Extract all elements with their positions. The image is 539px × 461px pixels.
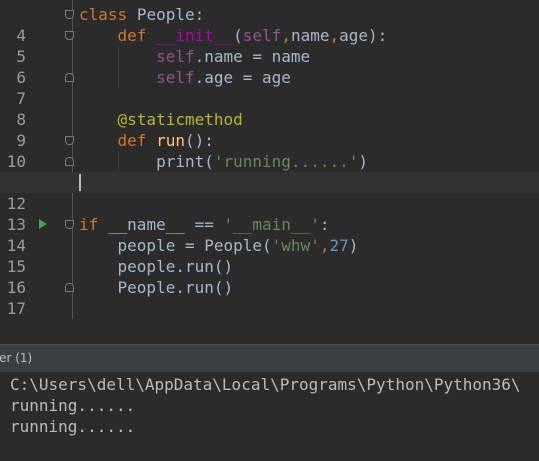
- keyword-class: class: [79, 5, 128, 24]
- console-line: C:\Users\dell\AppData\Local\Programs\Pyt…: [10, 375, 521, 394]
- keyword-if: if: [79, 215, 99, 234]
- print-call: print(: [156, 152, 214, 171]
- code-line-6[interactable]: 6 self.name = name: [0, 46, 539, 87]
- console-line: running......: [10, 417, 136, 436]
- fold-marker-icon[interactable]: [65, 220, 74, 229]
- paren-close: ): [358, 152, 368, 171]
- code-line-12-current[interactable]: 12: [0, 172, 539, 213]
- fold-marker-icon[interactable]: [65, 136, 74, 145]
- keyword-def: def: [117, 26, 147, 45]
- code-line-17[interactable]: 17 People.run(): [0, 277, 539, 318]
- fold-end-marker-icon[interactable]: [65, 283, 74, 292]
- instantiation: people = People(: [117, 236, 272, 255]
- code-line-4[interactable]: 4 class People:: [0, 4, 539, 45]
- method-call: People.run(): [117, 278, 234, 297]
- fold-marker-icon[interactable]: [65, 31, 74, 40]
- code-line-11[interactable]: 11 print('running......'): [0, 151, 539, 192]
- comma: ,: [329, 26, 340, 45]
- method-call: people.run(): [117, 257, 234, 276]
- code-line-7[interactable]: 7 self.age = age: [0, 67, 539, 108]
- code-line-13[interactable]: 13: [0, 193, 539, 234]
- code-editor[interactable]: 4 class People: 5 def __init__(self,name…: [0, 0, 539, 319]
- code-line-8[interactable]: 8: [0, 88, 539, 129]
- self-ref: self: [156, 47, 195, 66]
- assignment: .name = name: [194, 47, 311, 66]
- run-panel-header[interactable]: ver (1): [0, 344, 539, 372]
- console-line: running......: [10, 396, 136, 415]
- code-line-14[interactable]: 14 if __name__ == '__main__':: [0, 214, 539, 255]
- code-line-16[interactable]: 16 people.run(): [0, 256, 539, 297]
- string-literal: '__main__': [223, 215, 320, 234]
- function-name: __init__: [156, 26, 234, 45]
- paren-close: ):: [368, 26, 388, 45]
- colon: :: [194, 5, 205, 24]
- code-line-10[interactable]: 10 def run():: [0, 130, 539, 171]
- fold-end-marker-icon[interactable]: [65, 73, 74, 82]
- keyword-def: def: [117, 131, 147, 150]
- string-literal: 'running......': [213, 152, 359, 171]
- self-ref: self: [156, 68, 195, 87]
- paren-close: ): [348, 236, 359, 255]
- code-line-18[interactable]: 18: [0, 298, 539, 319]
- self-param: self: [242, 26, 282, 45]
- run-console-output[interactable]: C:\Users\dell\AppData\Local\Programs\Pyt…: [0, 372, 539, 461]
- fold-marker-icon[interactable]: [65, 10, 74, 19]
- decorator: @staticmethod: [117, 110, 243, 129]
- paren: (: [233, 26, 243, 45]
- code-line-15[interactable]: 15 people = People('whw',27): [0, 235, 539, 276]
- fold-end-marker-icon[interactable]: [65, 157, 74, 166]
- param-name: name: [290, 26, 330, 45]
- run-gutter-icon[interactable]: [39, 219, 47, 229]
- assignment: .age = age: [194, 68, 291, 87]
- colon: :: [319, 215, 330, 234]
- number-literal: 27: [329, 236, 349, 255]
- code-line-9[interactable]: 9 @staticmethod: [0, 109, 539, 150]
- string-literal: 'whw': [271, 236, 320, 255]
- function-name: run: [156, 131, 185, 150]
- run-tab-label[interactable]: ver (1): [0, 345, 32, 372]
- param-age: age: [339, 26, 369, 45]
- dunder-name: __name__ ==: [107, 215, 224, 234]
- class-name: People: [136, 5, 195, 24]
- paren: ():: [184, 131, 214, 150]
- comma: ,: [281, 26, 291, 45]
- code-line-5[interactable]: 5 def __init__(self,name,age):: [0, 25, 539, 66]
- text-caret: [79, 174, 81, 191]
